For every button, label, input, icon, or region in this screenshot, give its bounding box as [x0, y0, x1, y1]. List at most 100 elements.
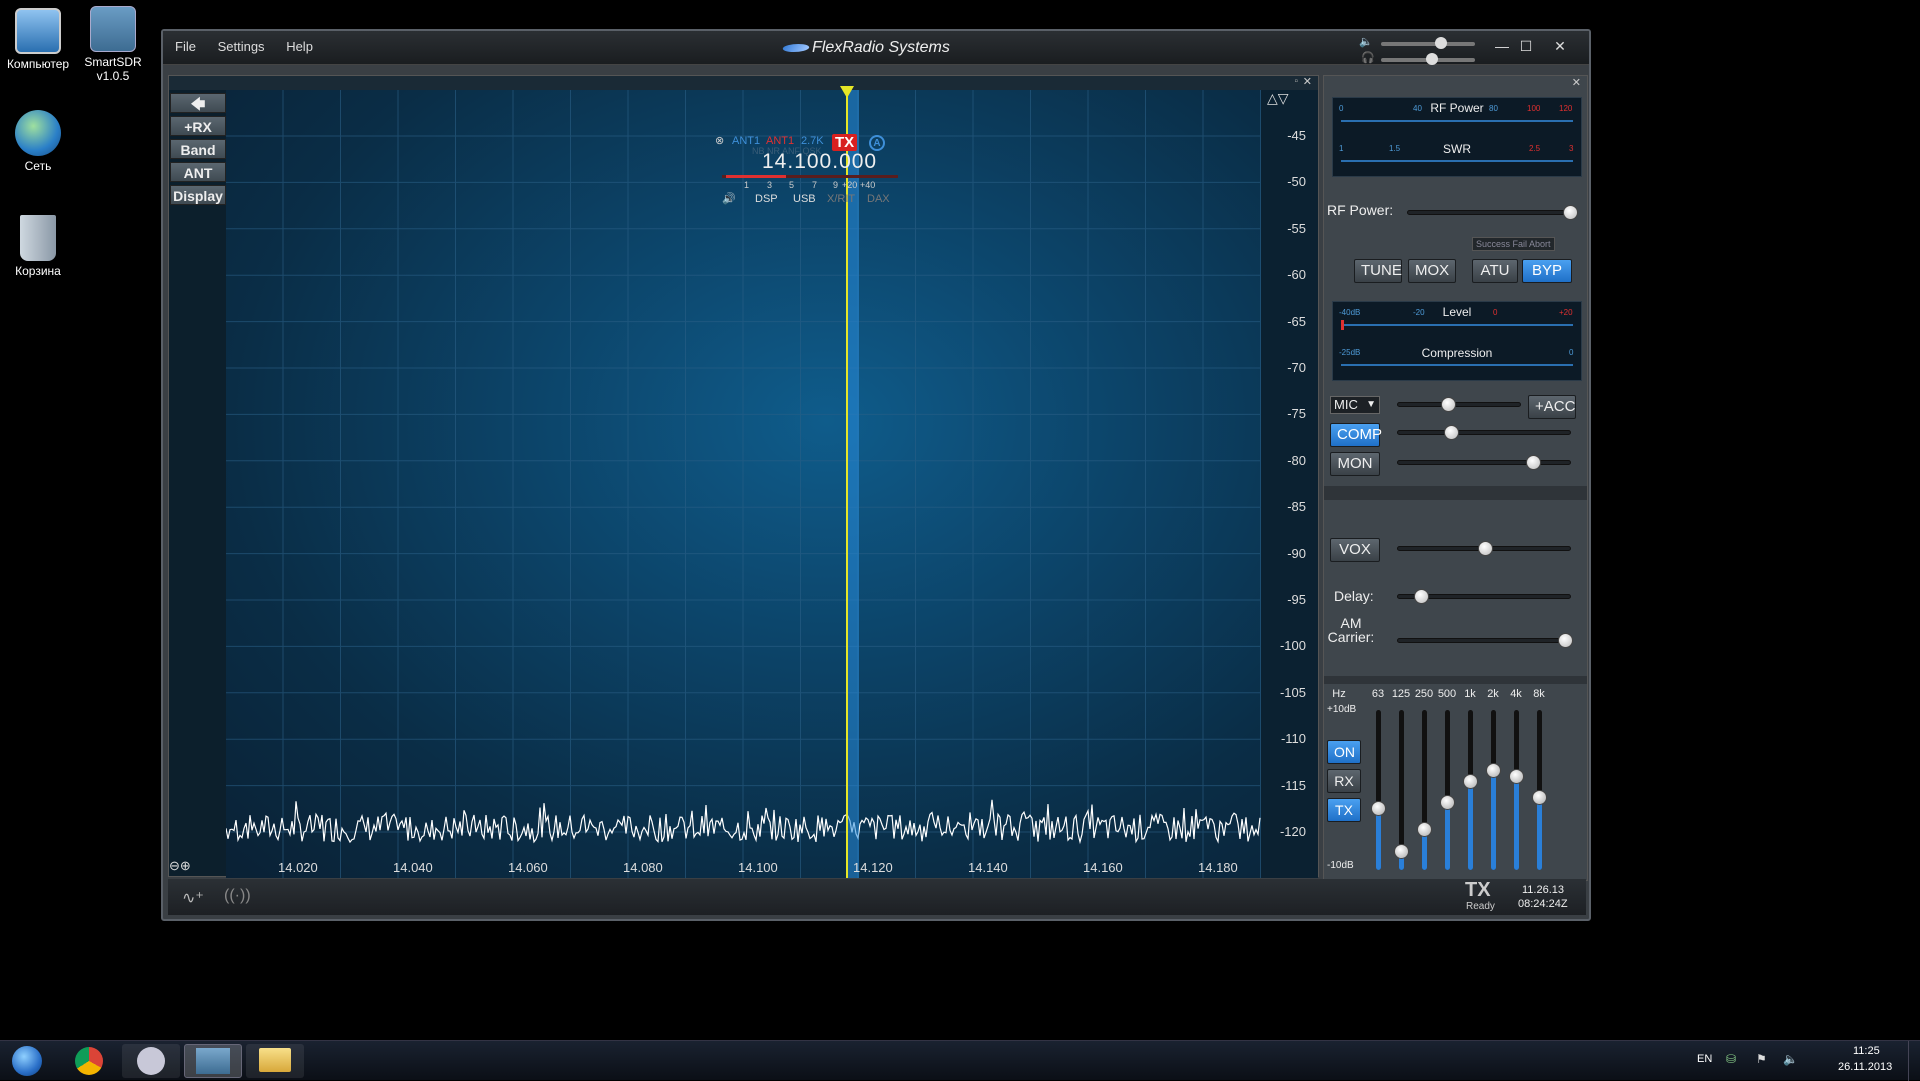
minimize-button[interactable]: —	[1491, 37, 1513, 55]
panadapter-close-icon[interactable]: ✕	[1303, 75, 1312, 88]
tray-network-icon[interactable]: ⛁	[1726, 1052, 1736, 1066]
slice-tab-usb[interactable]: USB	[793, 193, 816, 205]
rf-power-meter-bar	[1341, 120, 1573, 122]
panadapter-header: ▫ ✕	[169, 76, 1318, 90]
desktop-icon-smartsdr[interactable]: SmartSDR v1.0.5	[69, 6, 157, 83]
eq-band-slider[interactable]	[1394, 710, 1409, 870]
eq-band-slider[interactable]	[1371, 710, 1386, 870]
vox-slider[interactable]	[1397, 541, 1571, 556]
scale-up-down-arrows-icon[interactable]: △▽	[1267, 90, 1289, 107]
slice-flag-triangle[interactable]	[840, 86, 854, 98]
desktop-icon-recycle-bin[interactable]: Корзина	[0, 215, 82, 278]
show-desktop-button[interactable]	[1908, 1041, 1920, 1081]
taskbar-explorer[interactable]	[246, 1044, 304, 1078]
eq-band-knob[interactable]	[1440, 794, 1455, 810]
smartsdr-icon	[90, 6, 136, 52]
frequency-axis[interactable]: 14.020 14.040 14.060 14.080 14.100 14.120 14.1…	[226, 860, 1261, 876]
eq-band-slider[interactable]	[1532, 710, 1547, 870]
atu-button[interactable]: ATU	[1472, 259, 1518, 283]
add-rx-button[interactable]: +RX	[170, 116, 226, 136]
eq-band-knob[interactable]	[1509, 769, 1524, 785]
taskbar-paint[interactable]	[122, 1044, 180, 1078]
display-button[interactable]: Display	[170, 185, 226, 205]
desktop-icon-network[interactable]: Сеть	[0, 110, 82, 173]
dropdown-arrow-icon: ▼	[1366, 399, 1376, 410]
delay-slider[interactable]	[1397, 589, 1571, 604]
headphone-volume-knob[interactable]	[1426, 53, 1438, 65]
slice-tab-xrit[interactable]: X/RIT	[827, 193, 855, 205]
am-carrier-knob[interactable]	[1558, 633, 1573, 648]
taskbar-clock[interactable]: 11:25	[1853, 1045, 1880, 1057]
eq-band-slider[interactable]	[1417, 710, 1432, 870]
master-volume-slider[interactable]	[1381, 37, 1475, 49]
tune-button[interactable]: TUNE	[1354, 259, 1402, 283]
rf-power-slider[interactable]	[1407, 205, 1578, 220]
slice-tab-dsp[interactable]: DSP	[755, 193, 778, 205]
language-indicator[interactable]: EN	[1697, 1053, 1712, 1065]
eq-band-knob[interactable]	[1463, 774, 1478, 789]
slice-frequency[interactable]: 14.100.000	[762, 150, 877, 174]
undock-icon[interactable]: ▫	[1294, 76, 1298, 87]
tray-action-center-icon[interactable]: ⚑	[1756, 1052, 1767, 1066]
menu-help[interactable]: Help	[286, 39, 313, 54]
mon-button[interactable]: MON	[1330, 452, 1380, 476]
eq-band-slider[interactable]	[1440, 710, 1455, 870]
menu-file[interactable]: File	[175, 39, 196, 54]
eq-band-knob[interactable]	[1532, 790, 1547, 805]
zoom-out-in-icon[interactable]: ⊖⊕	[169, 858, 191, 874]
eq-tx-button[interactable]: TX	[1327, 798, 1361, 822]
antenna-signal-icon[interactable]: ((·))	[224, 887, 251, 905]
slice-letter-badge[interactable]: A	[869, 135, 885, 151]
taskbar-chrome[interactable]	[62, 1044, 116, 1078]
frequency-tick: 14.160	[1083, 860, 1123, 875]
dbm-axis[interactable]: △▽ -45 -50 -55 -60 -65 -70 -75 -80 -85 -90 -95 -100…	[1261, 90, 1318, 878]
status-date: 11.26.13	[1522, 884, 1565, 896]
slice-close-icon[interactable]: ⊗	[715, 134, 724, 147]
comp-button[interactable]: COMP	[1330, 423, 1382, 447]
comp-slider[interactable]	[1397, 425, 1571, 440]
eq-on-button[interactable]: ON	[1327, 740, 1361, 764]
eq-band-slider[interactable]	[1486, 710, 1501, 870]
eq-band-knob[interactable]	[1394, 844, 1409, 860]
mic-level-knob[interactable]	[1441, 397, 1456, 412]
maximize-button[interactable]: ☐	[1515, 37, 1537, 55]
byp-button[interactable]: BYP	[1522, 259, 1572, 283]
waveform-add-icon[interactable]: ∿⁺	[182, 888, 204, 908]
close-button[interactable]: ✕	[1549, 37, 1571, 55]
panel-close-icon[interactable]: ✕	[1572, 76, 1581, 89]
eq-band-slider[interactable]	[1463, 710, 1478, 870]
mic-source-select[interactable]: MIC ▼	[1330, 396, 1380, 414]
mox-button[interactable]: MOX	[1408, 259, 1456, 283]
eq-band-knob[interactable]	[1486, 762, 1501, 778]
vox-knob[interactable]	[1478, 541, 1493, 556]
rf-power-meter-title: RF Power	[1430, 101, 1484, 115]
menu-settings[interactable]: Settings	[218, 39, 265, 54]
slice-tab-dax[interactable]: DAX	[867, 193, 890, 205]
eq-band-knob[interactable]	[1417, 822, 1432, 837]
mic-level-slider[interactable]	[1397, 397, 1521, 412]
rf-power-knob[interactable]	[1563, 205, 1578, 220]
tray-volume-icon[interactable]: 🔈	[1783, 1052, 1798, 1066]
acc-button[interactable]: +ACC	[1528, 395, 1576, 419]
taskbar-date[interactable]: 26.11.2013	[1838, 1061, 1892, 1073]
am-carrier-slider[interactable]	[1397, 633, 1573, 648]
eq-band-knob[interactable]	[1371, 801, 1386, 817]
taskbar-smartsdr[interactable]	[184, 1044, 242, 1078]
eq-band-slider[interactable]	[1509, 710, 1524, 870]
headphone-volume-slider[interactable]	[1381, 53, 1475, 65]
headphones-icon: 🎧	[1361, 52, 1375, 64]
ant-button[interactable]: ANT	[170, 162, 226, 182]
dbm-tick: -45	[1287, 128, 1306, 143]
start-button[interactable]	[2, 1044, 52, 1078]
slice-audio-speaker-icon[interactable]: 🔊	[722, 192, 736, 205]
mon-knob[interactable]	[1526, 455, 1541, 470]
mon-slider[interactable]	[1397, 455, 1571, 470]
eq-rx-button[interactable]: RX	[1327, 769, 1361, 793]
delay-knob[interactable]	[1414, 589, 1429, 604]
comp-knob[interactable]	[1444, 425, 1459, 440]
vox-button[interactable]: VOX	[1330, 538, 1380, 562]
band-button[interactable]: Band	[170, 139, 226, 159]
collapse-arrow-button[interactable]: 🡄	[170, 93, 226, 113]
slice-tx-badge[interactable]: TX	[832, 134, 858, 151]
master-volume-knob[interactable]	[1435, 37, 1447, 49]
